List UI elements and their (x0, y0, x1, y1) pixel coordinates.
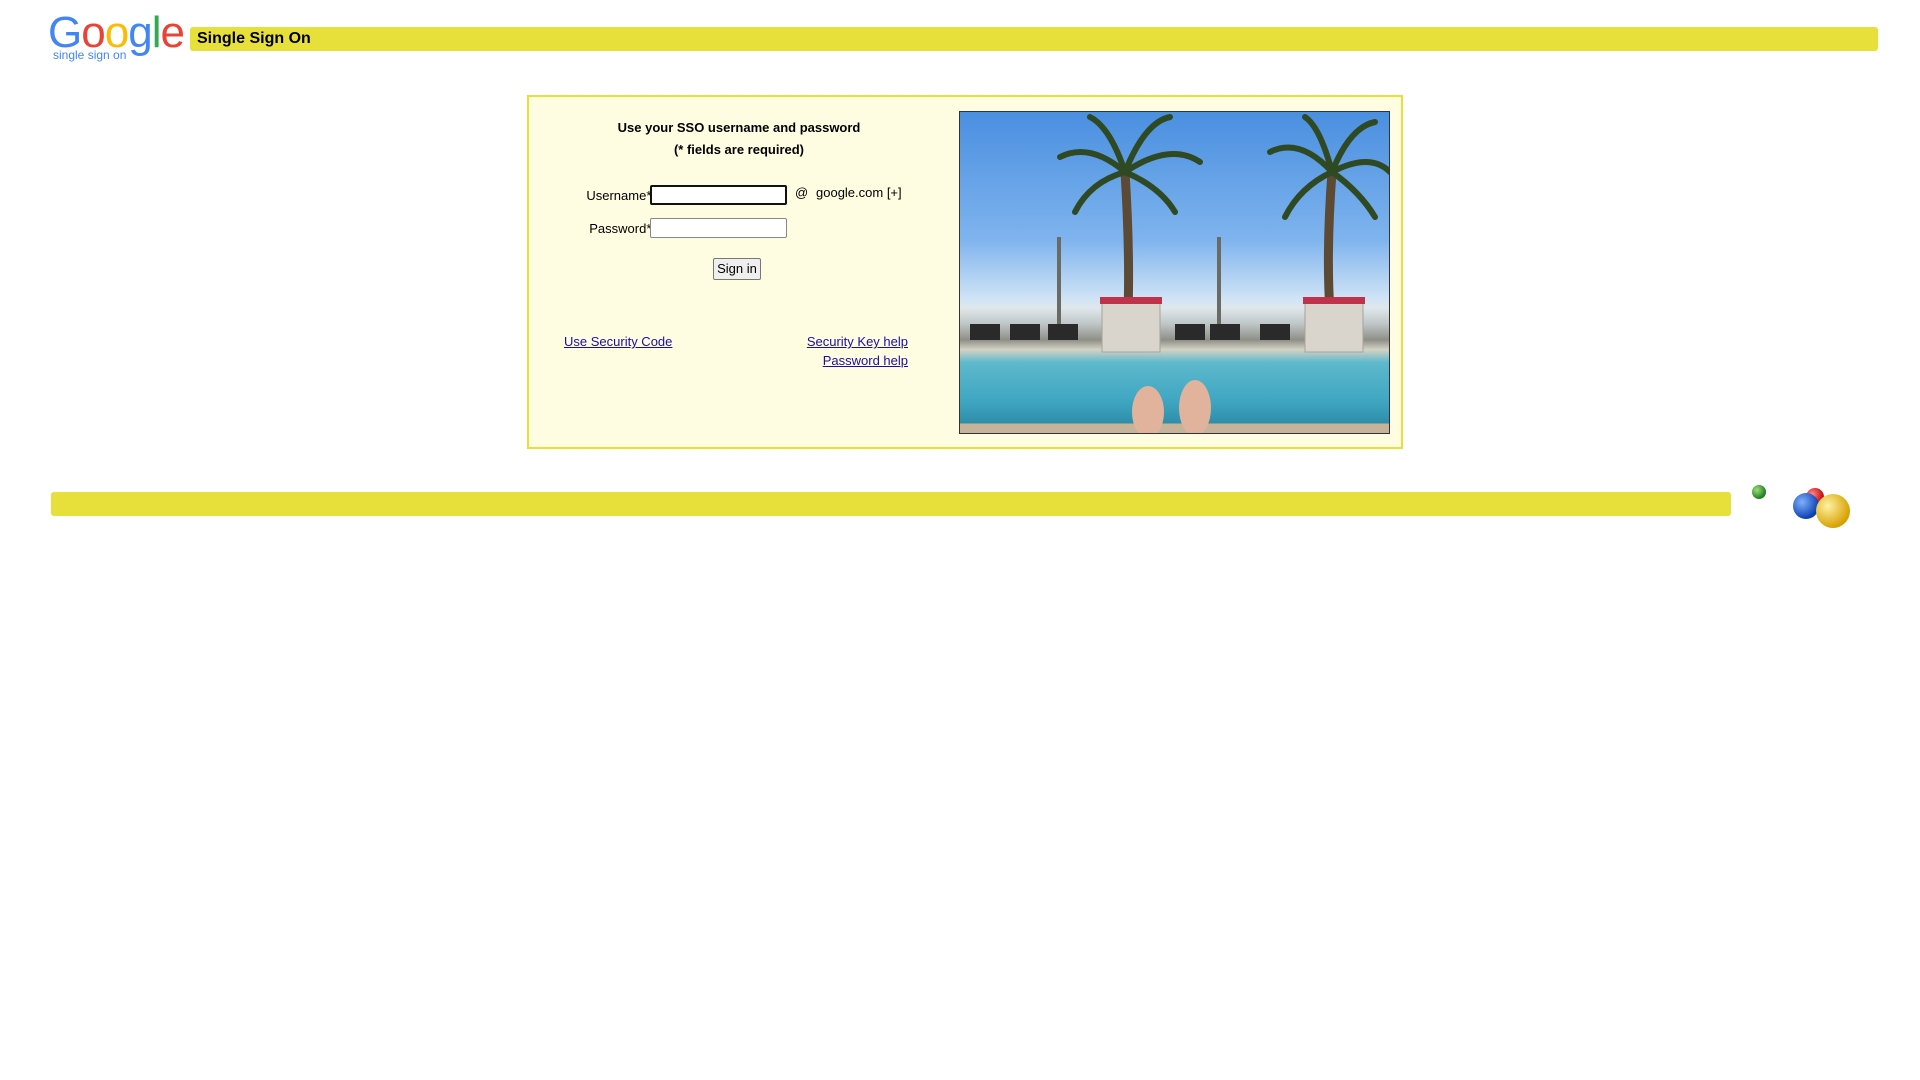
domain-selector[interactable]: google.com [+] (816, 185, 902, 200)
poolside-photo-illustration (970, 114, 1389, 433)
password-label: Password*: (589, 221, 655, 236)
page-title: Single Sign On (197, 30, 311, 47)
colored-balls-icon (1748, 484, 1868, 536)
use-security-code-link[interactable]: Use Security Code (564, 334, 672, 349)
security-key-help-link[interactable]: Security Key help (807, 334, 908, 349)
password-field[interactable] (650, 218, 787, 238)
header-bar: Single Sign On (190, 27, 1878, 51)
login-heading-line1: Use your SSO username and password (617, 120, 861, 135)
username-field[interactable] (650, 185, 787, 205)
password-help-link[interactable]: Password help (823, 353, 908, 368)
poolside-photo (959, 111, 1390, 434)
login-heading: Use your SSO username and password (* fi… (529, 117, 949, 161)
google-sso-logo: Google single sign on (48, 8, 186, 64)
login-panel: Use your SSO username and password (* fi… (527, 95, 1403, 449)
signin-button[interactable]: Sign in (713, 258, 761, 280)
username-label: Username*: (586, 188, 655, 203)
login-heading-line2: (* fields are required) (673, 142, 805, 157)
logo-subtitle: single sign on (53, 48, 127, 62)
at-sign: @ (795, 185, 809, 200)
footer-bar (51, 492, 1731, 516)
